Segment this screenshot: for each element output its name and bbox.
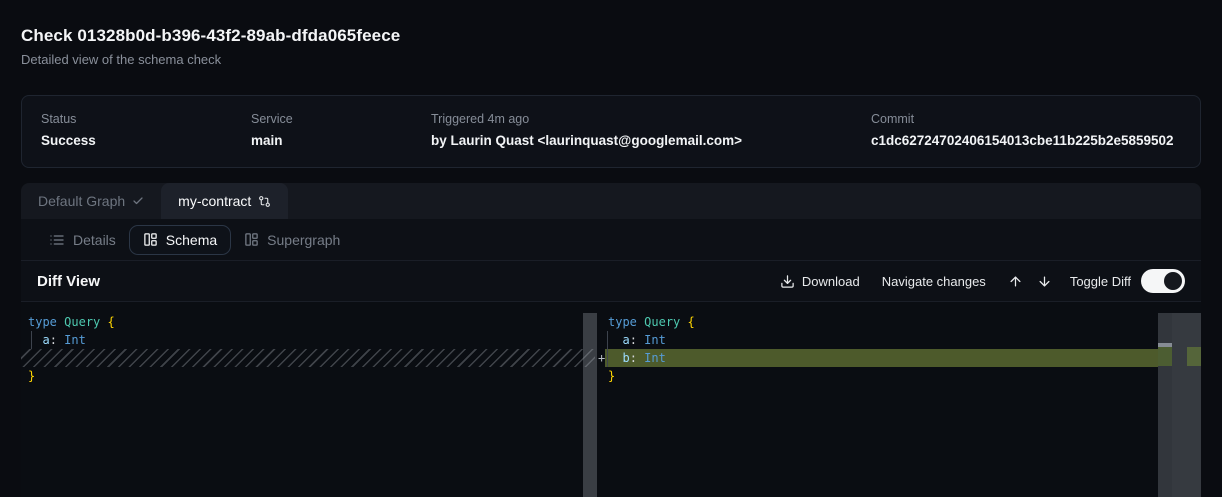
service-label: Service xyxy=(251,112,431,127)
diff-controls: Download Navigate changes xyxy=(780,269,1185,293)
code-token: } xyxy=(28,369,35,383)
download-icon xyxy=(780,274,795,289)
code-token: Query xyxy=(64,315,100,329)
tab-details[interactable]: Details xyxy=(36,225,129,255)
commit-field: Commit c1dc62724702406154013cbe11b225b2e… xyxy=(871,112,1181,150)
tab-schema-label: Schema xyxy=(166,232,217,248)
code-token: : xyxy=(630,333,637,347)
before-code-line: a: Int xyxy=(21,331,583,349)
service-field: Service main xyxy=(251,112,431,150)
tab-schema[interactable]: Schema xyxy=(129,225,231,255)
toggle-diff-switch[interactable] xyxy=(1141,269,1185,293)
code-token: type xyxy=(28,315,57,329)
check-icon xyxy=(132,195,144,207)
before-code-line: type Query { xyxy=(21,313,583,331)
check-detail-section: Default Graph my-contract Details xyxy=(21,183,1201,497)
list-icon xyxy=(49,232,65,248)
tab-supergraph-label: Supergraph xyxy=(267,232,340,248)
diff-pane-after[interactable]: + type Query { a: Int b: Int} xyxy=(597,302,1158,497)
code-token: Int xyxy=(64,333,86,347)
status-value: Success xyxy=(41,132,251,150)
arrow-up-icon xyxy=(1008,274,1023,289)
tab-default-graph-label: Default Graph xyxy=(38,193,125,209)
code-token xyxy=(680,315,687,329)
diff-overview-ruler[interactable] xyxy=(1158,313,1172,497)
schema-check-page: Check 01328b0d-b396-43f2-89ab-dfda065fee… xyxy=(0,0,1222,497)
added-line-overview-mark xyxy=(1158,347,1172,366)
editor-sash[interactable] xyxy=(583,313,597,497)
page-header: Check 01328b0d-b396-43f2-89ab-dfda065fee… xyxy=(0,0,1222,68)
tab-supergraph[interactable]: Supergraph xyxy=(231,225,353,255)
editor-scrollbar[interactable] xyxy=(1172,313,1201,497)
commit-value: c1dc62724702406154013cbe11b225b2e5859502 xyxy=(871,132,1181,150)
code-token: b xyxy=(622,351,629,365)
code-token: { xyxy=(688,315,695,329)
code-token: a xyxy=(622,333,629,347)
after-code-line: type Query { xyxy=(597,313,1158,331)
arrow-down-icon xyxy=(1037,274,1052,289)
status-field: Status Success xyxy=(41,112,251,150)
check-summary-card: Status Success Service main Triggered 4m… xyxy=(21,95,1201,168)
code-token: type xyxy=(608,315,637,329)
tab-details-label: Details xyxy=(73,232,116,248)
switch-knob xyxy=(1164,272,1182,290)
status-label: Status xyxy=(41,112,251,127)
panels-icon xyxy=(143,232,158,247)
triggered-label: Triggered 4m ago xyxy=(431,112,871,127)
triggered-value: by Laurin Quast <laurinquast@googlemail.… xyxy=(431,132,871,150)
toggle-diff-label: Toggle Diff xyxy=(1070,274,1131,289)
code-token: : xyxy=(630,351,637,365)
after-code-line: } xyxy=(597,367,1158,385)
download-label: Download xyxy=(802,274,860,289)
code-token: a xyxy=(42,333,49,347)
tab-my-contract[interactable]: my-contract xyxy=(161,183,288,219)
code-token: { xyxy=(108,315,115,329)
triggered-field: Triggered 4m ago by Laurin Quast <laurin… xyxy=(431,112,871,150)
added-line-scrollbar-mark xyxy=(1187,347,1201,366)
git-compare-icon xyxy=(258,195,271,208)
previous-change-button[interactable] xyxy=(1008,274,1023,289)
code-token xyxy=(28,333,42,347)
code-token: } xyxy=(608,369,615,383)
code-token: Query xyxy=(644,315,680,329)
after-code-line: a: Int xyxy=(597,331,1158,349)
tab-content: Details Schema Supergraph Diff View xyxy=(21,219,1201,497)
added-line-marker: + xyxy=(598,349,605,367)
code-token xyxy=(100,315,107,329)
diff-added-line: b: Int xyxy=(605,349,1158,367)
schema-diff-editor: type Query { a: Int} + type Query { a: I… xyxy=(21,302,1201,497)
before-code-line: } xyxy=(21,367,583,385)
diff-view-title: Diff View xyxy=(37,273,100,290)
code-token: Int xyxy=(644,351,666,365)
download-button[interactable]: Download xyxy=(780,274,860,289)
panels-icon xyxy=(244,232,259,247)
graph-tab-bar: Default Graph my-contract xyxy=(21,183,1201,219)
code-token xyxy=(608,351,622,365)
code-token xyxy=(608,333,622,347)
next-change-button[interactable] xyxy=(1037,274,1052,289)
diff-pane-before[interactable]: type Query { a: Int} xyxy=(21,302,583,497)
code-token: : xyxy=(50,333,57,347)
page-title: Check 01328b0d-b396-43f2-89ab-dfda065fee… xyxy=(21,26,1201,46)
code-token: Int xyxy=(644,333,666,347)
service-value: main xyxy=(251,132,431,150)
navigate-changes-label: Navigate changes xyxy=(882,274,986,289)
diff-filler-line xyxy=(21,349,595,367)
tab-my-contract-label: my-contract xyxy=(178,193,251,209)
page-subtitle: Detailed view of the schema check xyxy=(21,52,1201,68)
commit-label: Commit xyxy=(871,112,1181,127)
view-tab-bar: Details Schema Supergraph xyxy=(21,219,1201,261)
diff-toolbar: Diff View Download Navigate changes xyxy=(21,261,1201,302)
tab-default-graph[interactable]: Default Graph xyxy=(21,183,161,219)
